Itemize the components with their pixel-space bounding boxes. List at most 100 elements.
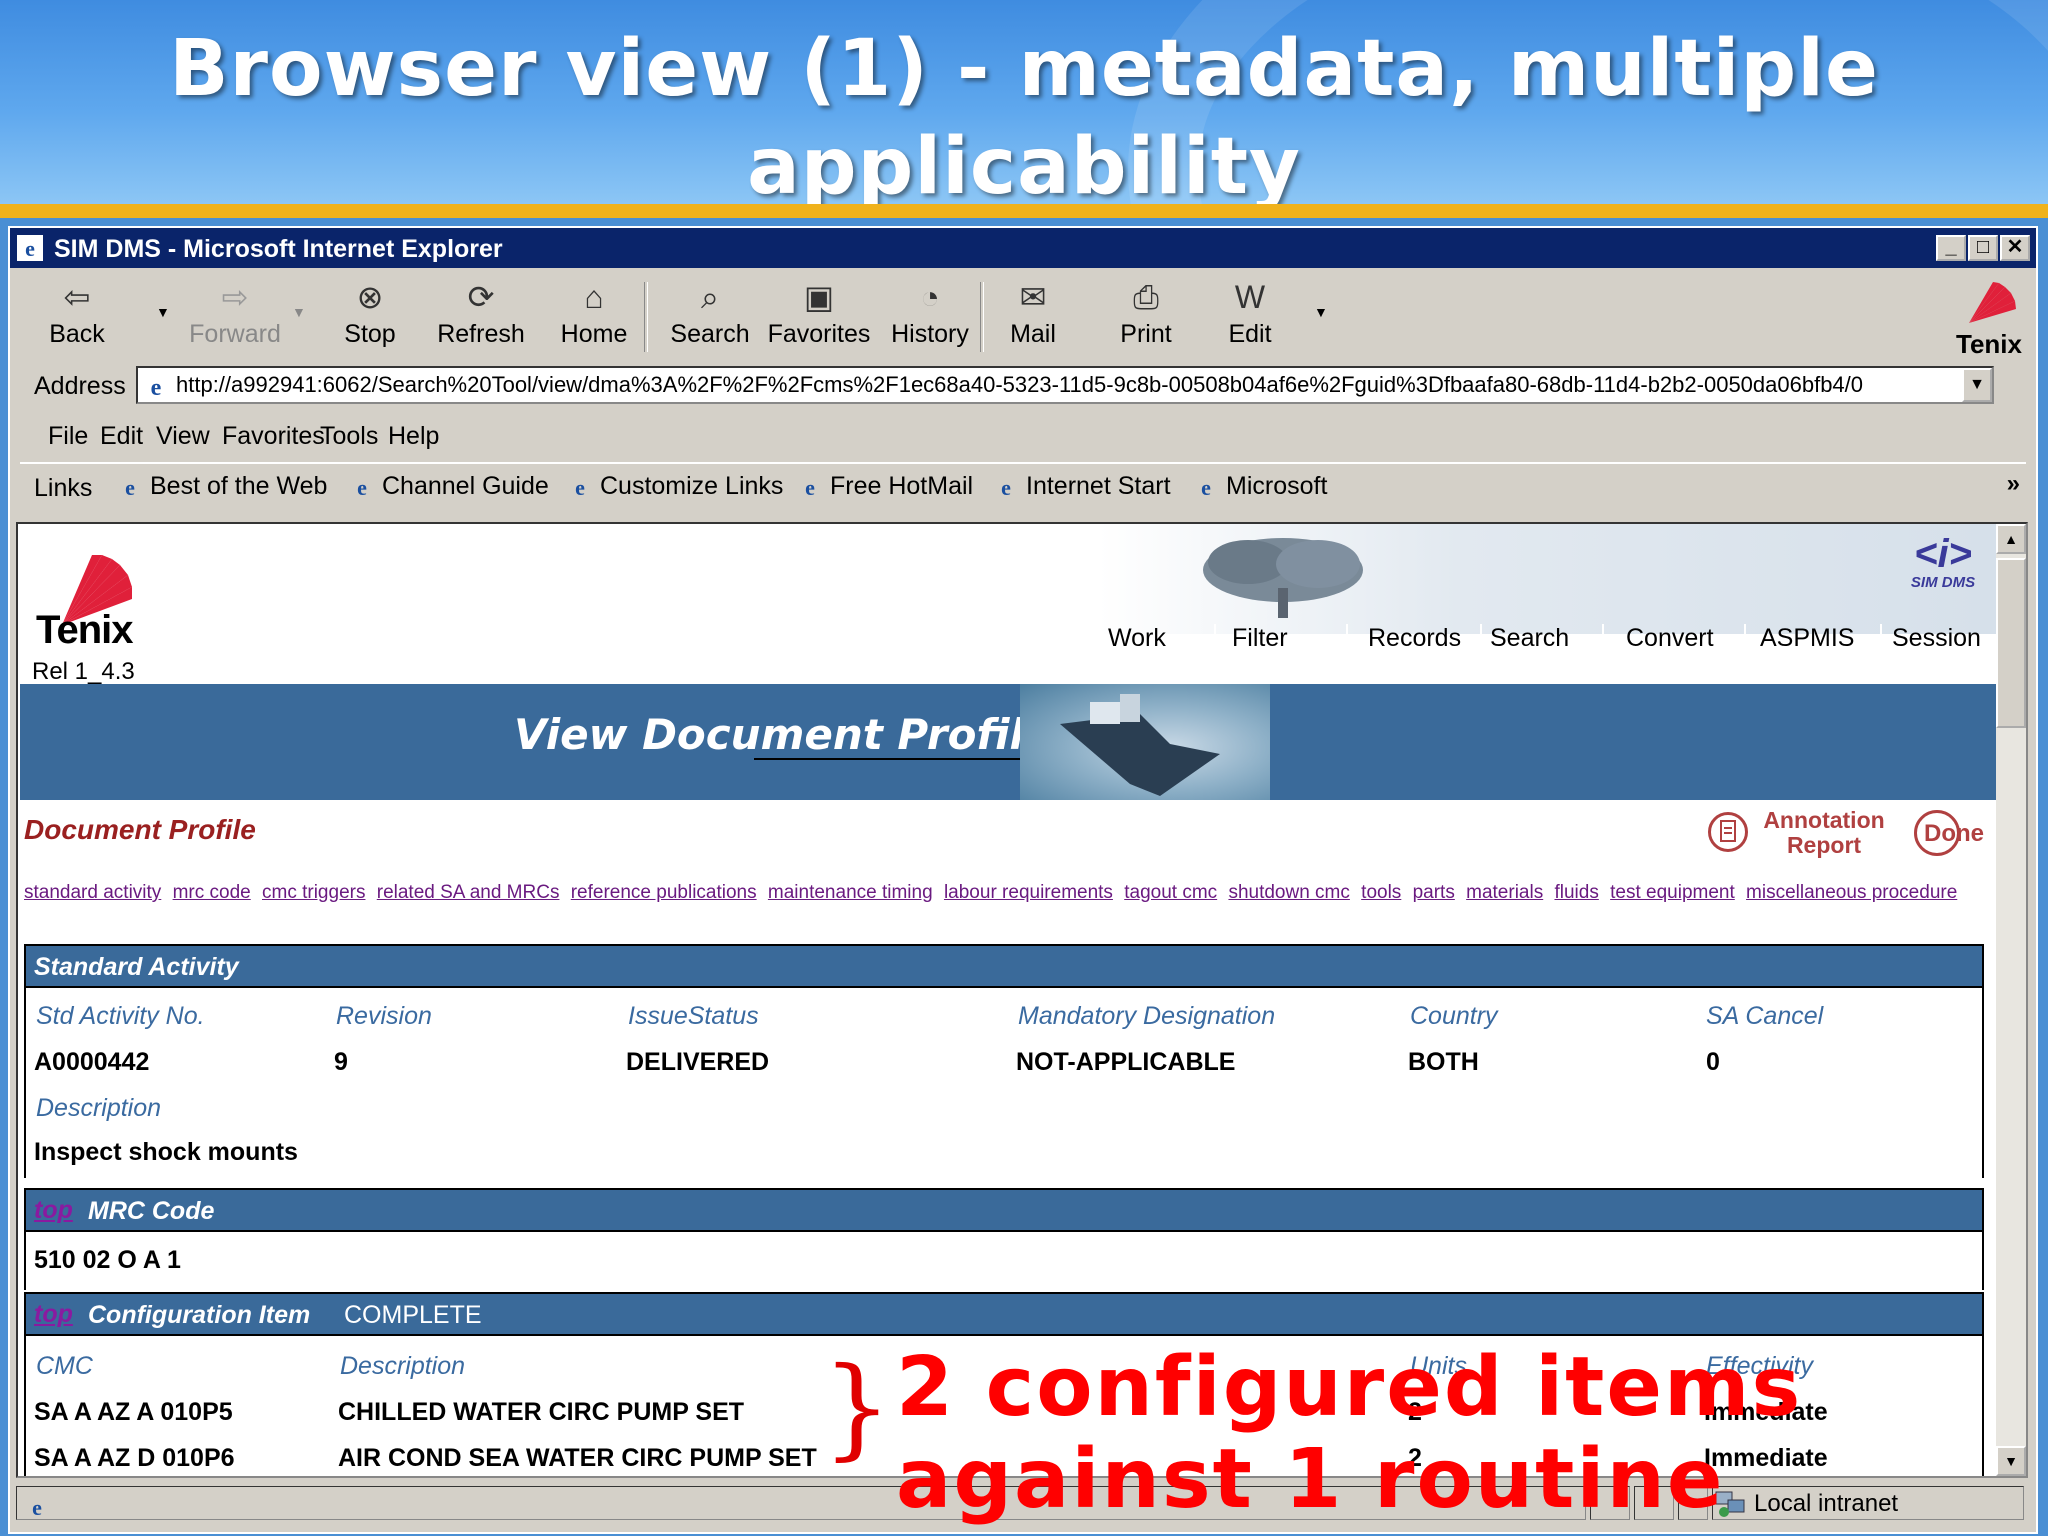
menu-tools[interactable]: Tools: [320, 422, 378, 451]
maximize-button[interactable]: □: [1968, 235, 1998, 261]
scroll-down-icon[interactable]: ▼: [1996, 1446, 2026, 1476]
minimize-button[interactable]: _: [1936, 235, 1966, 261]
link-ie-icon: e: [1001, 475, 1011, 500]
link-maintenance-timing[interactable]: maintenance timing: [768, 882, 933, 903]
ship-silhouette-icon: [1060, 694, 1220, 796]
status-text-pane: e: [16, 1486, 1586, 1520]
favorites-label: Favorites: [767, 320, 871, 348]
window-titlebar[interactable]: e SIM DMS - Microsoft Internet Explorer …: [10, 228, 2036, 268]
forward-dropdown-icon[interactable]: ▼: [292, 304, 306, 320]
done-button[interactable]: Done: [1914, 808, 2000, 864]
scroll-thumb[interactable]: [1996, 558, 2026, 728]
config-top-link[interactable]: top: [34, 1300, 73, 1329]
page-ie-icon: e: [151, 375, 162, 400]
link-fluids[interactable]: fluids: [1554, 882, 1598, 903]
link-tools[interactable]: tools: [1361, 882, 1401, 903]
menu-favorites[interactable]: Favorites: [222, 422, 325, 451]
mail-button[interactable]: ✉ Mail: [996, 274, 1070, 358]
search-icon: ⌕: [701, 279, 719, 315]
link-tagout-cmc[interactable]: tagout cmc: [1124, 882, 1217, 903]
annotation-report-label: Annotation Report: [1763, 807, 1885, 858]
stop-label: Stop: [344, 320, 396, 348]
link-customize-links[interactable]: e Customize Links: [566, 472, 783, 501]
edit-dropdown-icon[interactable]: ▼: [1314, 304, 1328, 320]
links-label: Links: [34, 474, 93, 502]
nav-work[interactable]: Work: [1108, 624, 1166, 653]
address-input[interactable]: [176, 372, 1946, 398]
links-more-chevron[interactable]: »: [2007, 470, 2020, 498]
mrc-top-link[interactable]: top: [34, 1196, 73, 1225]
link-ie-icon: e: [1201, 475, 1211, 500]
scroll-up-icon[interactable]: ▲: [1996, 524, 2026, 554]
menu-view[interactable]: View: [156, 422, 210, 451]
nav-search[interactable]: Search: [1490, 624, 1569, 653]
menu-file[interactable]: File: [48, 422, 88, 451]
link-parts[interactable]: parts: [1413, 882, 1455, 903]
address-dropdown-icon[interactable]: ▼: [1962, 368, 1992, 402]
stop-icon: ⊗: [356, 279, 384, 315]
link-free-hotmail[interactable]: e Free HotMail: [796, 472, 973, 501]
mail-label: Mail: [1010, 320, 1056, 348]
links-bar: Links e Best of the Web e Channel Guide eC…: [20, 462, 2026, 508]
svg-text:e: e: [32, 1495, 42, 1520]
annotation-report-button[interactable]: Annotation Report: [1708, 808, 1898, 864]
link-channel-guide[interactable]: e Channel Guide: [348, 472, 549, 501]
refresh-button[interactable]: ⟳ Refresh: [426, 274, 536, 358]
svg-text:e: e: [1201, 475, 1211, 500]
menu-help[interactable]: Help: [388, 422, 439, 451]
history-button[interactable]: ◔ History: [882, 274, 978, 358]
print-button[interactable]: ⎙ Print: [1106, 274, 1186, 358]
configuration-status: COMPLETE: [344, 1301, 482, 1329]
nav-filter[interactable]: Filter: [1232, 624, 1288, 653]
vertical-scrollbar[interactable]: ▲ ▼: [1996, 524, 2026, 1476]
link-related-sa-mrcs[interactable]: related SA and MRCs: [377, 882, 560, 903]
link-shutdown-cmc[interactable]: shutdown cmc: [1228, 882, 1349, 903]
link-materials[interactable]: materials: [1466, 882, 1543, 903]
back-dropdown-icon[interactable]: ▼: [156, 304, 170, 320]
link-labour-requirements[interactable]: labour requirements: [944, 882, 1113, 903]
address-box[interactable]: e ▼: [136, 366, 1994, 404]
refresh-icon: ⟳: [467, 279, 495, 315]
link-internet-start[interactable]: e Internet Start: [992, 472, 1170, 501]
link-ie-icon: e: [805, 475, 815, 500]
mrc-code-header: top MRC Code: [24, 1188, 1984, 1232]
nav-convert[interactable]: Convert: [1626, 624, 1714, 653]
link-cmc-triggers[interactable]: cmc triggers: [262, 882, 365, 903]
simdms-logo-mark: <i>: [1914, 532, 1972, 576]
toolbar-brand-logo: Tenix: [1948, 278, 2030, 360]
forward-button[interactable]: ⇨ Forward: [180, 274, 290, 358]
nav-session[interactable]: Session: [1892, 624, 1981, 653]
link-test-equipment[interactable]: test equipment: [1610, 882, 1735, 903]
back-button[interactable]: ⇦ Back: [34, 274, 120, 358]
link-mrc-code[interactable]: mrc code: [173, 882, 251, 903]
toolbar-separator: [980, 282, 984, 352]
link-standard-activity[interactable]: standard activity: [24, 882, 161, 903]
banner-title: View Document Profile: [514, 710, 1053, 759]
nav-separator: [1602, 624, 1604, 656]
stop-button[interactable]: ⊗ Stop: [324, 274, 416, 358]
edit-button[interactable]: W Edit: [1214, 274, 1286, 358]
ship-image: [1020, 684, 1270, 800]
search-button[interactable]: ⌕ Search: [660, 274, 760, 358]
country-label: Country: [1410, 1002, 1498, 1030]
home-button[interactable]: ⌂ Home: [546, 274, 642, 358]
nav-aspmis[interactable]: ASPMIS: [1760, 624, 1854, 653]
status-pane: [1634, 1486, 1674, 1520]
description-value: Inspect shock mounts: [34, 1138, 298, 1166]
sa-cancel-value: 0: [1706, 1048, 1720, 1076]
favorites-button[interactable]: ▣ Favorites: [764, 274, 874, 358]
back-arrow-icon: ⇦: [63, 279, 91, 315]
link-best-of-web[interactable]: e Best of the Web: [116, 472, 327, 501]
nav-records[interactable]: Records: [1368, 624, 1461, 653]
description-cell: CHILLED WATER CIRC PUMP SET: [338, 1398, 745, 1426]
close-button[interactable]: ✕: [2000, 235, 2030, 261]
svg-text:e: e: [575, 475, 585, 500]
simdms-logo: <i> SIM DMS: [1898, 534, 1988, 594]
description-cell: AIR COND SEA WATER CIRC PUMP SET: [338, 1444, 817, 1472]
link-reference-publications[interactable]: reference publications: [571, 882, 757, 903]
back-label: Back: [49, 320, 105, 348]
link-microsoft[interactable]: e Microsoft: [1192, 472, 1327, 501]
menu-edit[interactable]: Edit: [100, 422, 143, 451]
link-miscellaneous-procedure[interactable]: miscellaneous procedure: [1746, 882, 1957, 903]
simdms-logo-text: SIM DMS: [1910, 574, 1976, 591]
